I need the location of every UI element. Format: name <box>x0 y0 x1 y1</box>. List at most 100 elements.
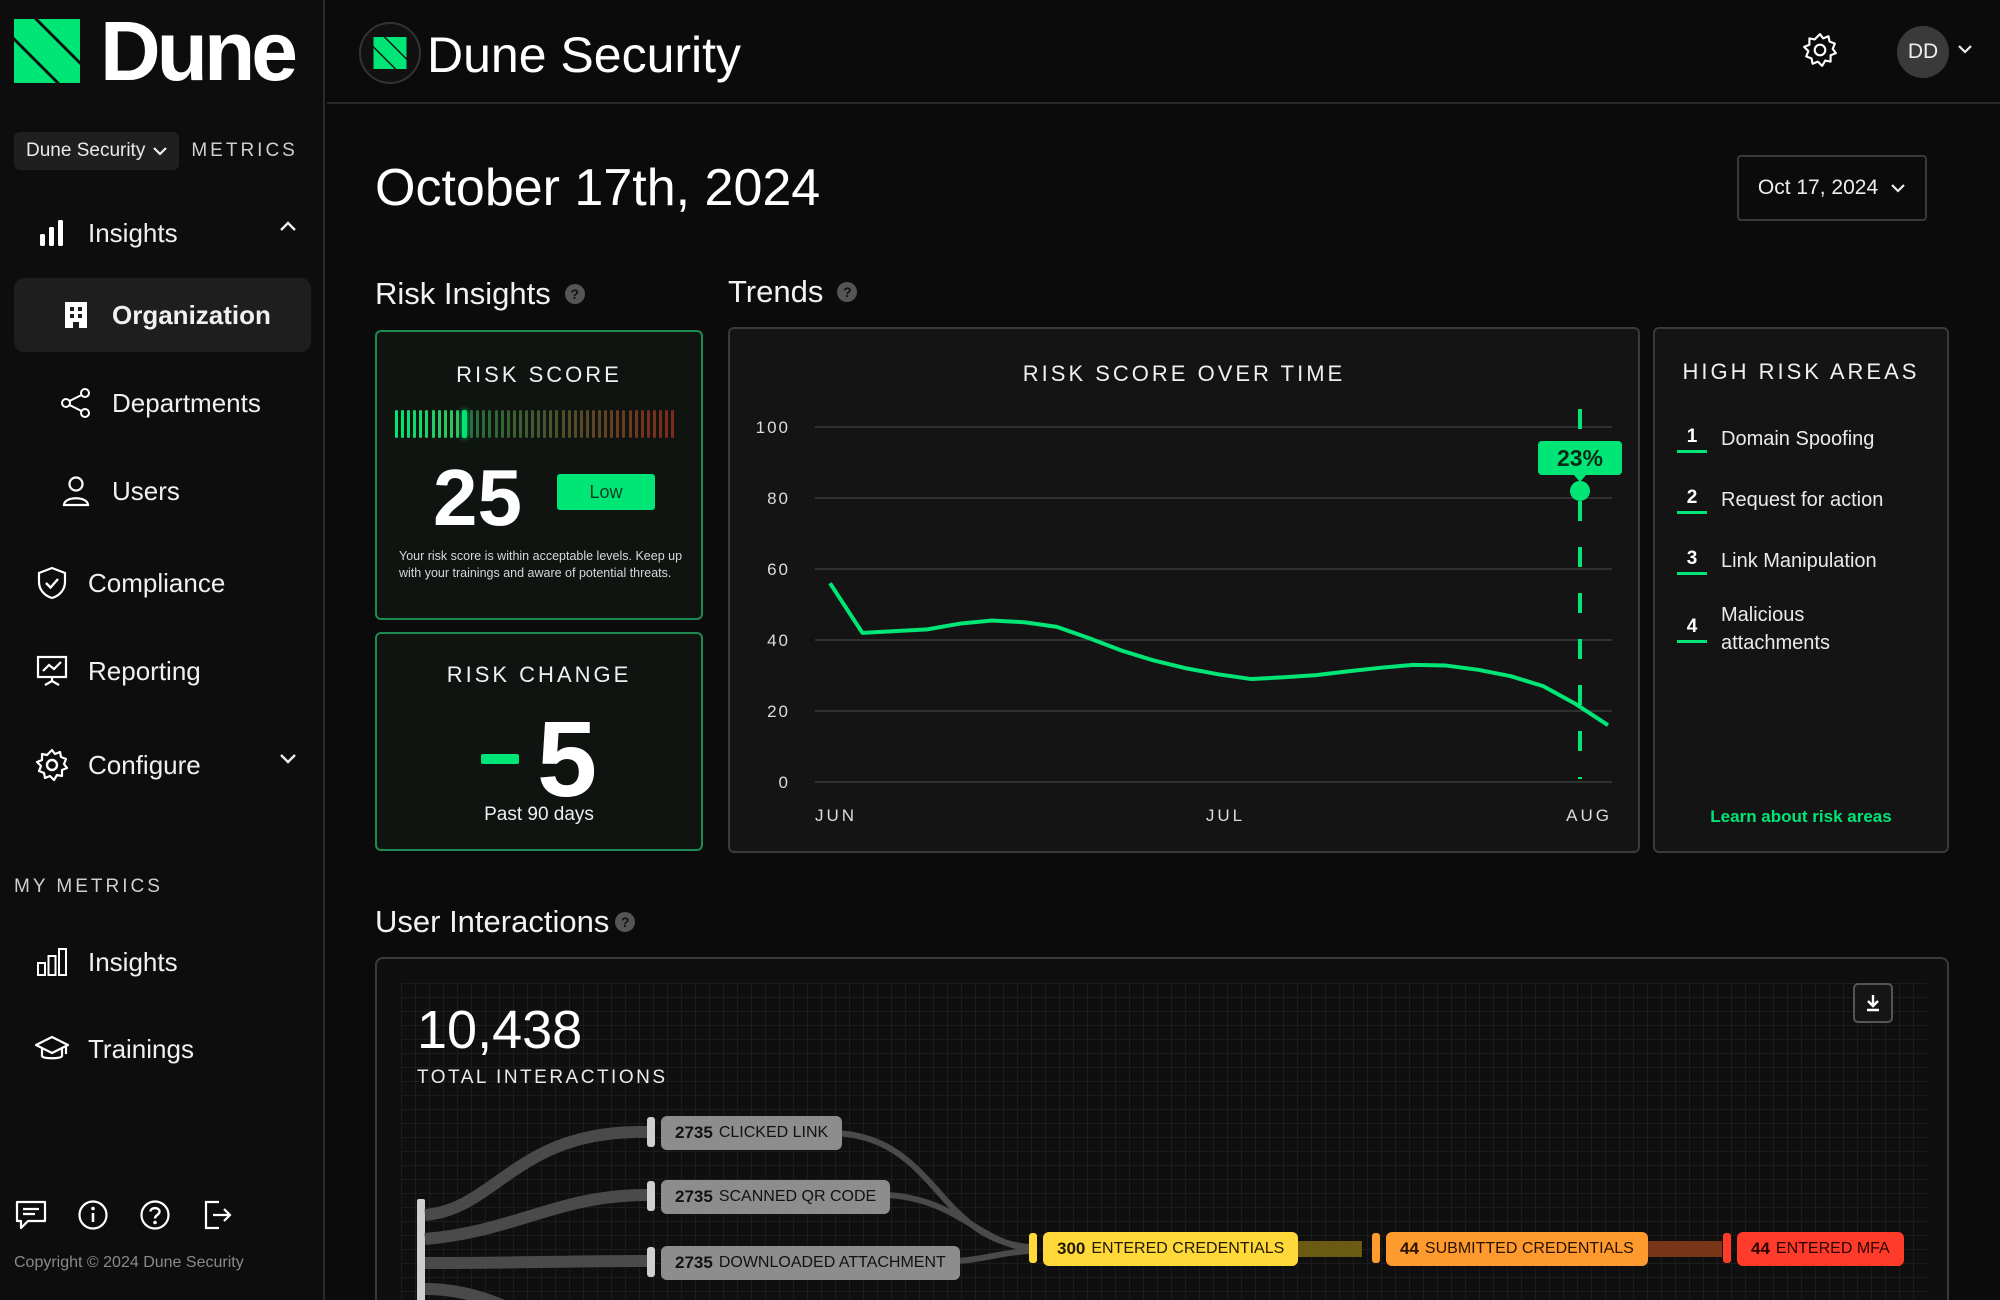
sidebar-item-label: Configure <box>88 749 201 780</box>
chevron-up-icon[interactable] <box>279 220 297 232</box>
high-risk-areas-card: HIGH RISK AREAS 1 Domain Spoofing 2 Requ… <box>1653 327 1949 853</box>
date-select[interactable]: Oct 17, 2024 <box>1737 155 1927 221</box>
risk-meter-tick <box>592 410 595 438</box>
help-icon[interactable]: ? <box>564 284 585 304</box>
flow-node-marker <box>647 1247 655 1277</box>
info-icon[interactable] <box>76 1198 110 1232</box>
sidebar: Dune Dune Security METRICS Insights Orga… <box>0 0 325 1300</box>
org-select[interactable]: Dune Security <box>14 132 180 170</box>
learn-risk-areas-link[interactable]: Learn about risk areas <box>1655 807 1947 827</box>
date-select-label: Oct 17, 2024 <box>1757 176 1879 199</box>
y-tick-label: 40 <box>767 631 790 650</box>
flow-node-downloaded-attachment[interactable]: 2735 DOWNLOADED ATTACHMENT <box>661 1246 960 1280</box>
risk-change-card: RISK CHANGE 5 Past 90 days <box>375 632 703 851</box>
sidebar-item-insights[interactable]: Insights <box>14 196 311 270</box>
risk-level-badge: Low <box>557 474 655 510</box>
flow-node-submitted-credentials[interactable]: 44 SUBMITTED CREDENTIALS <box>1386 1232 1648 1266</box>
help-icon[interactable]: ? <box>615 912 636 932</box>
sidebar-item-users[interactable]: Users <box>14 454 311 528</box>
risk-meter-tick <box>659 410 663 438</box>
risk-meter-tick <box>512 410 516 438</box>
risk-change-value: 5 <box>536 698 598 819</box>
risk-meter-tick <box>443 410 447 438</box>
risk-meter-tick <box>671 410 675 438</box>
sidebar-item-configure[interactable]: Configure <box>14 728 311 802</box>
chat-icon[interactable] <box>14 1198 48 1232</box>
flow-node-entered-credentials[interactable]: 300 ENTERED CREDENTIALS <box>1043 1232 1299 1266</box>
risk-meter-tick <box>555 410 559 438</box>
marker-label-pointer <box>1573 474 1587 482</box>
flow-node-entered-mfa[interactable]: 44 ENTERED MFA <box>1737 1232 1904 1266</box>
sidebar-item-trainings[interactable]: Trainings <box>14 1012 311 1086</box>
chevron-down-icon <box>1891 184 1905 193</box>
sidebar-item-organization[interactable]: Organization <box>14 278 311 352</box>
help-icon[interactable]: ? <box>837 282 858 302</box>
risk-meter-tick <box>449 410 453 438</box>
marker-point <box>1570 480 1590 501</box>
risk-meter-tick <box>628 410 632 438</box>
sidebar-item-label: Organization <box>112 299 271 330</box>
risk-meter-tick <box>524 410 528 438</box>
risk-meter-tick <box>573 410 577 438</box>
chevron-down-icon <box>153 147 168 156</box>
sidebar-item-label: Trainings <box>88 1033 194 1064</box>
risk-area-rank: 2 <box>1677 487 1707 514</box>
risk-score-description: Your risk score is within acceptable lev… <box>399 549 683 580</box>
bar-chart-outline-icon <box>34 944 70 980</box>
sidebar-item-reporting[interactable]: Reporting <box>14 634 311 708</box>
sidebar-item-label: Departments <box>112 387 261 418</box>
sidebar-item-departments[interactable]: Departments <box>14 366 311 440</box>
sidebar-item-compliance[interactable]: Compliance <box>14 546 311 620</box>
sidebar-item-label: Insights <box>88 217 178 248</box>
help-icon[interactable] <box>138 1198 172 1232</box>
flow-label: ENTERED CREDENTIALS <box>1091 1240 1285 1257</box>
risk-area-item: 1 Domain Spoofing <box>1677 425 1874 453</box>
settings-gear-icon[interactable] <box>1802 32 1838 73</box>
risk-meter-tick <box>494 410 498 438</box>
user-interactions-heading: User Interactions ? <box>375 904 636 940</box>
logo-text: Dune <box>100 4 298 98</box>
sidebar-item-my-insights[interactable]: Insights <box>14 925 311 999</box>
flow-node-marker <box>1723 1233 1731 1263</box>
risk-meter-tick <box>567 410 571 438</box>
building-icon <box>58 297 94 333</box>
avatar[interactable]: DD <box>1897 26 1949 78</box>
dune-logo[interactable]: Dune <box>14 4 298 98</box>
risk-meter-tick <box>407 410 411 438</box>
risk-meter-tick <box>543 410 547 438</box>
risk-meter-tick <box>537 410 541 438</box>
risk-meter-tick <box>604 410 608 438</box>
flow-node-clicked-link[interactable]: 2735 CLICKED LINK <box>661 1116 843 1150</box>
risk-score-value: 25 <box>433 453 522 542</box>
y-tick-label: 60 <box>767 560 790 579</box>
marker-label: 23% <box>1557 445 1603 471</box>
risk-area-rank: 3 <box>1677 548 1707 575</box>
chevron-down-icon[interactable] <box>1957 44 1973 54</box>
risk-meter-tick <box>488 410 492 438</box>
logout-icon[interactable] <box>200 1198 234 1232</box>
risk-meter-tick <box>646 410 650 438</box>
card-title: HIGH RISK AREAS <box>1682 359 1920 384</box>
risk-meter-tick <box>401 410 405 438</box>
shield-check-icon <box>34 565 70 601</box>
risk-meter-tick <box>413 410 417 438</box>
flow-label: ENTERED MFA <box>1775 1240 1890 1257</box>
share-nodes-icon <box>58 385 94 421</box>
bar-chart-icon <box>34 215 70 251</box>
risk-meter-tick <box>431 410 435 438</box>
risk-meter-tick <box>598 410 602 438</box>
risk-meter-tick <box>437 410 441 438</box>
series-line <box>828 582 1610 727</box>
flow-node-scanned-qr-code[interactable]: 2735 SCANNED QR CODE <box>661 1180 891 1214</box>
sidebar-item-label: Reporting <box>88 655 201 686</box>
risk-trend-card: RISK SCORE OVER TIME 0 20 40 60 80 100 JUN JUL A… <box>728 327 1640 853</box>
risk-meter-tick <box>610 410 614 438</box>
risk-meter-tick <box>500 410 504 438</box>
chevron-down-icon[interactable] <box>279 752 297 764</box>
x-tick-label: JUL <box>1206 806 1245 825</box>
risk-area-item: 3 Link Manipulation <box>1677 547 1877 575</box>
sidebar-item-label: Users <box>112 475 180 506</box>
x-tick-label: AUG <box>1566 806 1612 825</box>
flow-node-marker <box>647 1117 655 1147</box>
flow-node-marker <box>1029 1233 1037 1263</box>
